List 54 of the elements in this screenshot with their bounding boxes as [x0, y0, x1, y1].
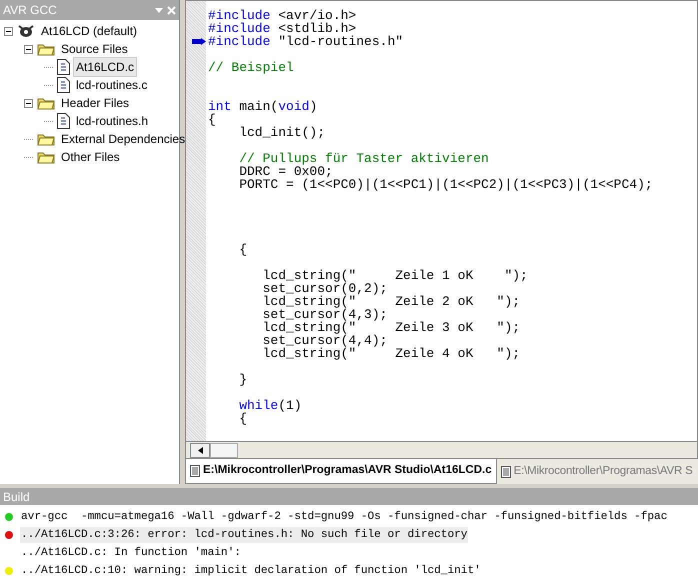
- code-line: DDRC = 0x00;: [238, 165, 333, 178]
- code-line: int main(void): [208, 100, 318, 113]
- folder-icon: [37, 150, 55, 164]
- tree-item[interactable]: lcd-routines.h: [73, 111, 152, 131]
- code-line: #include <avr/io.h>: [208, 9, 358, 22]
- tree-item[interactable]: At16LCD (default): [38, 21, 140, 41]
- expander-icon[interactable]: [4, 26, 13, 36]
- file-icon: [57, 59, 70, 75]
- expander-icon[interactable]: [24, 44, 33, 54]
- folder-icon: [37, 96, 55, 110]
- tree-item[interactable]: Source Files: [58, 39, 131, 59]
- build-message[interactable]: avr-gcc -mmcu=atmega16 -Wall -gdwarf-2 -std=gnu99 -Os -funsigned-char -funsigned-bitfields -fpac: [20, 508, 668, 526]
- left-arrow-icon: [198, 446, 202, 454]
- build-message[interactable]: ../At16LCD.c: In function 'main':: [20, 544, 242, 562]
- tree-item[interactable]: Other Files: [58, 147, 123, 167]
- build-message[interactable]: ../At16LCD.c:10: warning: implicit declaration of function 'lcd_init': [20, 562, 482, 580]
- expander-icon[interactable]: [24, 98, 33, 108]
- panel-title: Build: [3, 488, 30, 506]
- code-editor[interactable]: [185, 0, 698, 442]
- code-line: set_cursor(4,4);: [262, 334, 388, 347]
- code-line: lcd_string(" Zeile 3 oK ");: [262, 321, 522, 334]
- scrollbar-thumb[interactable]: [210, 442, 238, 458]
- scroll-left-button[interactable]: [190, 442, 210, 458]
- code-line: set_cursor(0,2);: [262, 282, 388, 295]
- folder-icon: [37, 132, 55, 146]
- code-line: while(1): [238, 399, 303, 412]
- file-icon: [57, 113, 70, 129]
- code-line: lcd_string(" Zeile 1 oK ");: [262, 269, 529, 282]
- file-tab[interactable]: E:\Mikrocontroller\Programas\AVR S: [496, 459, 697, 484]
- chip-icon: [17, 23, 35, 39]
- file-icon: [57, 77, 70, 93]
- document-icon: [500, 466, 511, 478]
- code-line: {: [238, 243, 248, 256]
- tree-item[interactable]: Header Files: [58, 93, 132, 113]
- code-line: {: [208, 113, 217, 126]
- tree-item[interactable]: lcd-routines.c: [73, 75, 150, 95]
- code-line: lcd_string(" Zeile 4 oK ");: [262, 347, 522, 360]
- build-message[interactable]: ../At16LCD.c:3:26: error: lcd-routines.h: No such file or directory: [20, 526, 468, 544]
- code-line: lcd_init();: [238, 126, 326, 139]
- folder-icon: [37, 42, 55, 56]
- code-line: #include "lcd-routines.h": [208, 35, 404, 48]
- file-tab[interactable]: E:\Mikrocontroller\Programas\AVR Studio\At16LCD.c: [185, 459, 497, 484]
- code-line: set_cursor(4,3);: [262, 308, 388, 321]
- code-line: #include <stdlib.h>: [208, 22, 356, 35]
- code-line: {: [238, 412, 248, 425]
- code-line: PORTC = (1<<PC0)|(1<<PC1)|(1<<PC2)|(1<<PC3)|(1<<PC4);: [238, 178, 653, 191]
- code-line: lcd_string(" Zeile 2 oK ");: [262, 295, 522, 308]
- code-line: // Pullups für Taster aktivieren: [238, 152, 490, 165]
- code-line: }: [238, 373, 248, 386]
- document-icon: [190, 465, 200, 477]
- panel-title: AVR GCC: [3, 2, 57, 19]
- tree-item[interactable]: At16LCD.c: [73, 57, 138, 77]
- tree-item[interactable]: External Dependencies: [58, 129, 188, 149]
- code-line: // Beispiel: [208, 61, 295, 74]
